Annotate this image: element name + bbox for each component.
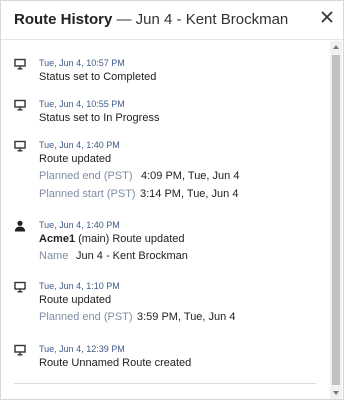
entry-message: Route Unnamed Route created — [39, 357, 192, 369]
field-value: 3:14 PM, Tue, Jun 4 — [140, 188, 239, 200]
entry-timestamp: Tue, Jun 4, 12:39 PM — [39, 344, 125, 354]
entry-message: Status set to In Progress — [39, 112, 160, 124]
entry-timestamp: Tue, Jun 4, 1:40 PM — [39, 220, 120, 230]
entry-timestamp: Tue, Jun 4, 1:40 PM — [39, 140, 120, 150]
entry-message: Status set to Completed — [39, 71, 157, 83]
field-label: Planned end (PST) — [39, 311, 133, 323]
route-history-dialog: Route History — Jun 4 - Kent Brockman Tu… — [0, 0, 344, 400]
field-value: 4:09 PM, Tue, Jun 4 — [141, 170, 240, 182]
close-button[interactable] — [319, 9, 335, 25]
field-row: Planned end (PST) 3:59 PM, Tue, Jun 4 — [39, 311, 235, 323]
dialog-title: Route History — Jun 4 - Kent Brockman — [14, 11, 288, 28]
scrollbar-thumb[interactable] — [332, 55, 340, 385]
monitor-icon — [14, 140, 26, 152]
vertical-scrollbar[interactable] — [330, 41, 342, 399]
scroll-down-arrow-icon[interactable] — [333, 391, 339, 395]
entry-actor: Acme1 — [39, 233, 76, 245]
entry-timestamp: Tue, Jun 4, 10:57 PM — [39, 58, 125, 68]
field-row: Planned end (PST) 4:09 PM, Tue, Jun 4 — [39, 170, 239, 182]
field-label: Planned start (PST) — [39, 188, 136, 200]
monitor-icon — [14, 58, 26, 70]
dialog-header: Route History — Jun 4 - Kent Brockman — [1, 1, 343, 40]
user-icon — [14, 220, 26, 232]
dialog-title-subtitle: — Jun 4 - Kent Brockman — [112, 11, 289, 28]
monitor-icon — [14, 344, 26, 356]
entry-message: Acme1 (main) Route updated — [39, 233, 185, 245]
field-row: Name Jun 4 - Kent Brockman — [39, 250, 188, 262]
monitor-icon — [14, 281, 26, 293]
list-divider — [14, 383, 316, 384]
monitor-icon — [14, 99, 26, 111]
field-row: Planned start (PST) 3:14 PM, Tue, Jun 4 — [39, 188, 238, 200]
entry-message: Route updated — [39, 294, 112, 306]
entry-message: Route updated — [39, 153, 112, 165]
field-label: Name — [39, 250, 69, 262]
field-label: Planned end (PST) — [39, 170, 133, 182]
field-value: 3:59 PM, Tue, Jun 4 — [137, 311, 236, 323]
history-list: Tue, Jun 4, 10:57 PM Status set to Compl… — [1, 41, 329, 399]
entry-timestamp: Tue, Jun 4, 1:10 PM — [39, 281, 120, 291]
entry-timestamp: Tue, Jun 4, 10:55 PM — [39, 99, 125, 109]
dialog-title-main: Route History — [14, 11, 113, 28]
entry-message-text: (main) Route updated — [75, 233, 185, 245]
field-value: Jun 4 - Kent Brockman — [76, 250, 188, 262]
scroll-up-arrow-icon[interactable] — [333, 45, 339, 49]
close-icon — [321, 11, 333, 23]
